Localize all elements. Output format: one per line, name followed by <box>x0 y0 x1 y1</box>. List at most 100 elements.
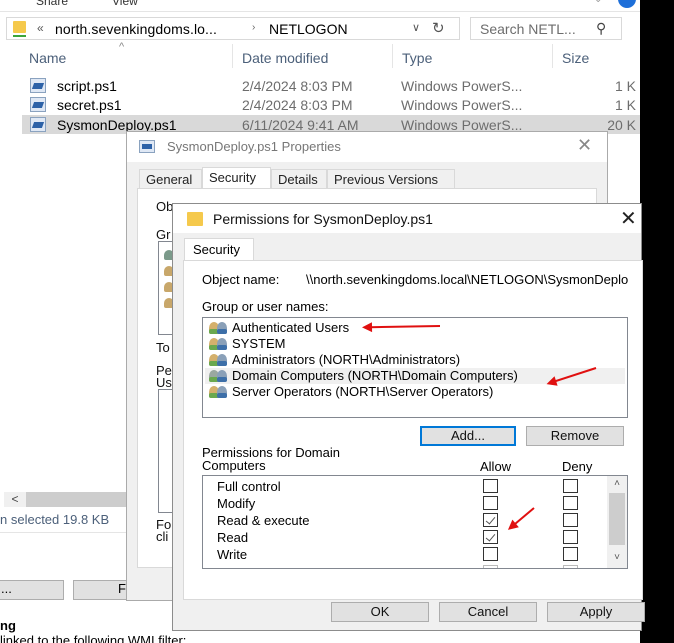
permission-name: Full control <box>217 479 281 494</box>
list-item-domain-computers[interactable]: Domain Computers (NORTH\Domain Computers… <box>205 368 625 384</box>
column-divider[interactable] <box>232 44 233 68</box>
deny-checkbox[interactable] <box>563 496 578 510</box>
address-bar[interactable]: « north.sevenkingdoms.lo... › NETLOGON ∨… <box>6 17 460 40</box>
ribbon-divider <box>0 11 640 12</box>
allow-checkbox-checked[interactable] <box>483 513 498 527</box>
status-divider <box>0 532 126 533</box>
permission-row-read: Read <box>203 529 603 546</box>
permission-name: Modify <box>217 496 256 511</box>
file-size: 1 K <box>614 78 636 94</box>
permissions-for-label: Permissions for Domain Computers <box>202 446 340 472</box>
column-header-name[interactable]: Name <box>29 50 66 66</box>
collapse-ribbon-icon[interactable]: ⌄ <box>594 0 602 5</box>
group-name: SYSTEM <box>232 336 286 351</box>
permissions-for-line-2: Computers <box>202 458 266 473</box>
deny-checkbox[interactable] <box>563 547 578 561</box>
advanced-hint-2: cli <box>156 529 169 544</box>
tab-previous-versions[interactable]: Previous Versions <box>327 169 455 189</box>
file-size: 20 K <box>607 117 636 133</box>
column-header-size[interactable]: Size <box>562 50 589 66</box>
permission-name: Read & execute <box>217 513 310 528</box>
apply-button[interactable]: Apply <box>547 602 645 622</box>
tab-general[interactable]: General <box>139 169 202 189</box>
search-icon[interactable]: ⚲ <box>596 20 606 37</box>
column-headers: ^ Name Date modified Type Size <box>0 41 640 72</box>
group-name: Administrators (NORTH\Administrators) <box>232 352 461 367</box>
breadcrumb-current[interactable]: NETLOGON <box>269 21 348 37</box>
cancel-button[interactable]: Cancel <box>439 602 537 622</box>
permission-name: Write <box>217 547 248 562</box>
scroll-up-icon[interactable]: ˄ <box>607 476 627 492</box>
ribbon-tab-view[interactable]: View <box>112 0 138 8</box>
tab-security[interactable]: Security <box>184 238 254 260</box>
column-divider[interactable] <box>392 44 393 68</box>
file-type: Windows PowerS... <box>401 78 523 94</box>
deny-checkbox[interactable] <box>563 530 578 544</box>
permissions-dialog: Permissions for SysmonDeploy.ps1 ✕ Secur… <box>172 203 645 631</box>
tab-security[interactable]: Security <box>202 167 271 189</box>
network-indicator <box>13 35 26 37</box>
group-label: Gr <box>156 227 171 242</box>
horizontal-scrollbar[interactable]: < <box>4 492 126 507</box>
deny-checkbox[interactable] <box>563 565 578 568</box>
allow-checkbox[interactable] <box>483 479 498 493</box>
list-item-system[interactable]: SYSTEM <box>205 336 625 352</box>
users-group-icon <box>209 338 229 350</box>
deny-checkbox[interactable] <box>563 513 578 527</box>
properties-title: SysmonDeploy.ps1 Properties <box>167 139 341 154</box>
overflow-chevron-icon[interactable]: « <box>37 21 44 35</box>
allow-checkbox[interactable] <box>483 565 498 568</box>
object-name-label: Object name: <box>202 272 280 287</box>
list-item-administrators[interactable]: Administrators (NORTH\Administrators) <box>205 352 625 368</box>
users-group-icon <box>209 386 229 398</box>
permissions-list[interactable]: Full control Modify Read & execute Read <box>202 475 628 569</box>
list-item-server-operators[interactable]: Server Operators (NORTH\Server Operators… <box>205 384 625 400</box>
gpo-wmi-filter-text: linked to the following WMI filter: <box>0 633 187 643</box>
background-button-f[interactable]: F <box>73 580 133 600</box>
column-header-type[interactable]: Type <box>402 50 432 66</box>
powershell-file-icon <box>139 140 155 153</box>
list-item-authenticated-users[interactable]: Authenticated Users <box>205 320 625 336</box>
allow-checkbox[interactable] <box>483 496 498 510</box>
close-icon[interactable]: ✕ <box>620 206 637 231</box>
breadcrumb-parent[interactable]: north.sevenkingdoms.lo... <box>55 21 217 37</box>
scroll-down-icon[interactable]: ˅ <box>607 550 627 566</box>
users-group-icon <box>209 370 229 382</box>
background-button-ellipsis[interactable]: ... <box>0 580 64 600</box>
search-placeholder: Search NETL... <box>480 21 576 37</box>
file-row[interactable]: script.ps1 2/4/2024 8:03 PM Windows Powe… <box>22 76 640 95</box>
ribbon-tab-share[interactable]: Share <box>36 0 68 8</box>
deny-checkbox[interactable] <box>563 479 578 493</box>
allow-checkbox[interactable] <box>483 547 498 561</box>
group-or-user-list[interactable]: Authenticated Users SYSTEM Administrator… <box>202 317 628 418</box>
file-name: secret.ps1 <box>57 97 122 113</box>
powershell-file-icon <box>30 117 46 132</box>
tab-details[interactable]: Details <box>271 169 327 189</box>
breadcrumb-separator-icon[interactable]: › <box>252 22 255 33</box>
search-input[interactable]: Search NETL... ⚲ <box>470 17 622 40</box>
file-name: script.ps1 <box>57 78 117 94</box>
users-group-icon <box>209 354 229 366</box>
group-name: Authenticated Users <box>232 320 350 335</box>
sort-ascending-icon: ^ <box>119 41 125 53</box>
ok-button[interactable]: OK <box>331 602 429 622</box>
close-icon[interactable]: ✕ <box>577 135 592 156</box>
file-row[interactable]: secret.ps1 2/4/2024 8:03 PM Windows Powe… <box>22 95 640 114</box>
column-divider[interactable] <box>552 44 553 68</box>
properties-title-bar[interactable]: SysmonDeploy.ps1 Properties ✕ <box>127 132 607 162</box>
permissions-scrollbar[interactable]: ˄ ˅ <box>607 476 627 568</box>
scroll-left-icon[interactable]: < <box>4 492 26 507</box>
permission-row-modify: Modify <box>203 495 603 512</box>
refresh-icon[interactable]: ↻ <box>432 19 445 37</box>
permission-row-partial <box>203 564 603 568</box>
remove-button[interactable]: Remove <box>526 426 624 446</box>
column-header-date[interactable]: Date modified <box>242 50 328 66</box>
address-dropdown-icon[interactable]: ∨ <box>412 21 420 34</box>
add-button[interactable]: Add... <box>420 426 516 446</box>
scroll-thumb[interactable] <box>609 493 625 545</box>
permissions-for-label-2: Us <box>156 375 172 390</box>
permissions-title-bar[interactable]: Permissions for SysmonDeploy.ps1 ✕ <box>173 204 641 233</box>
folder-icon <box>187 212 203 226</box>
gpo-section-heading: ng <box>0 618 16 633</box>
allow-checkbox-checked[interactable] <box>483 530 498 544</box>
